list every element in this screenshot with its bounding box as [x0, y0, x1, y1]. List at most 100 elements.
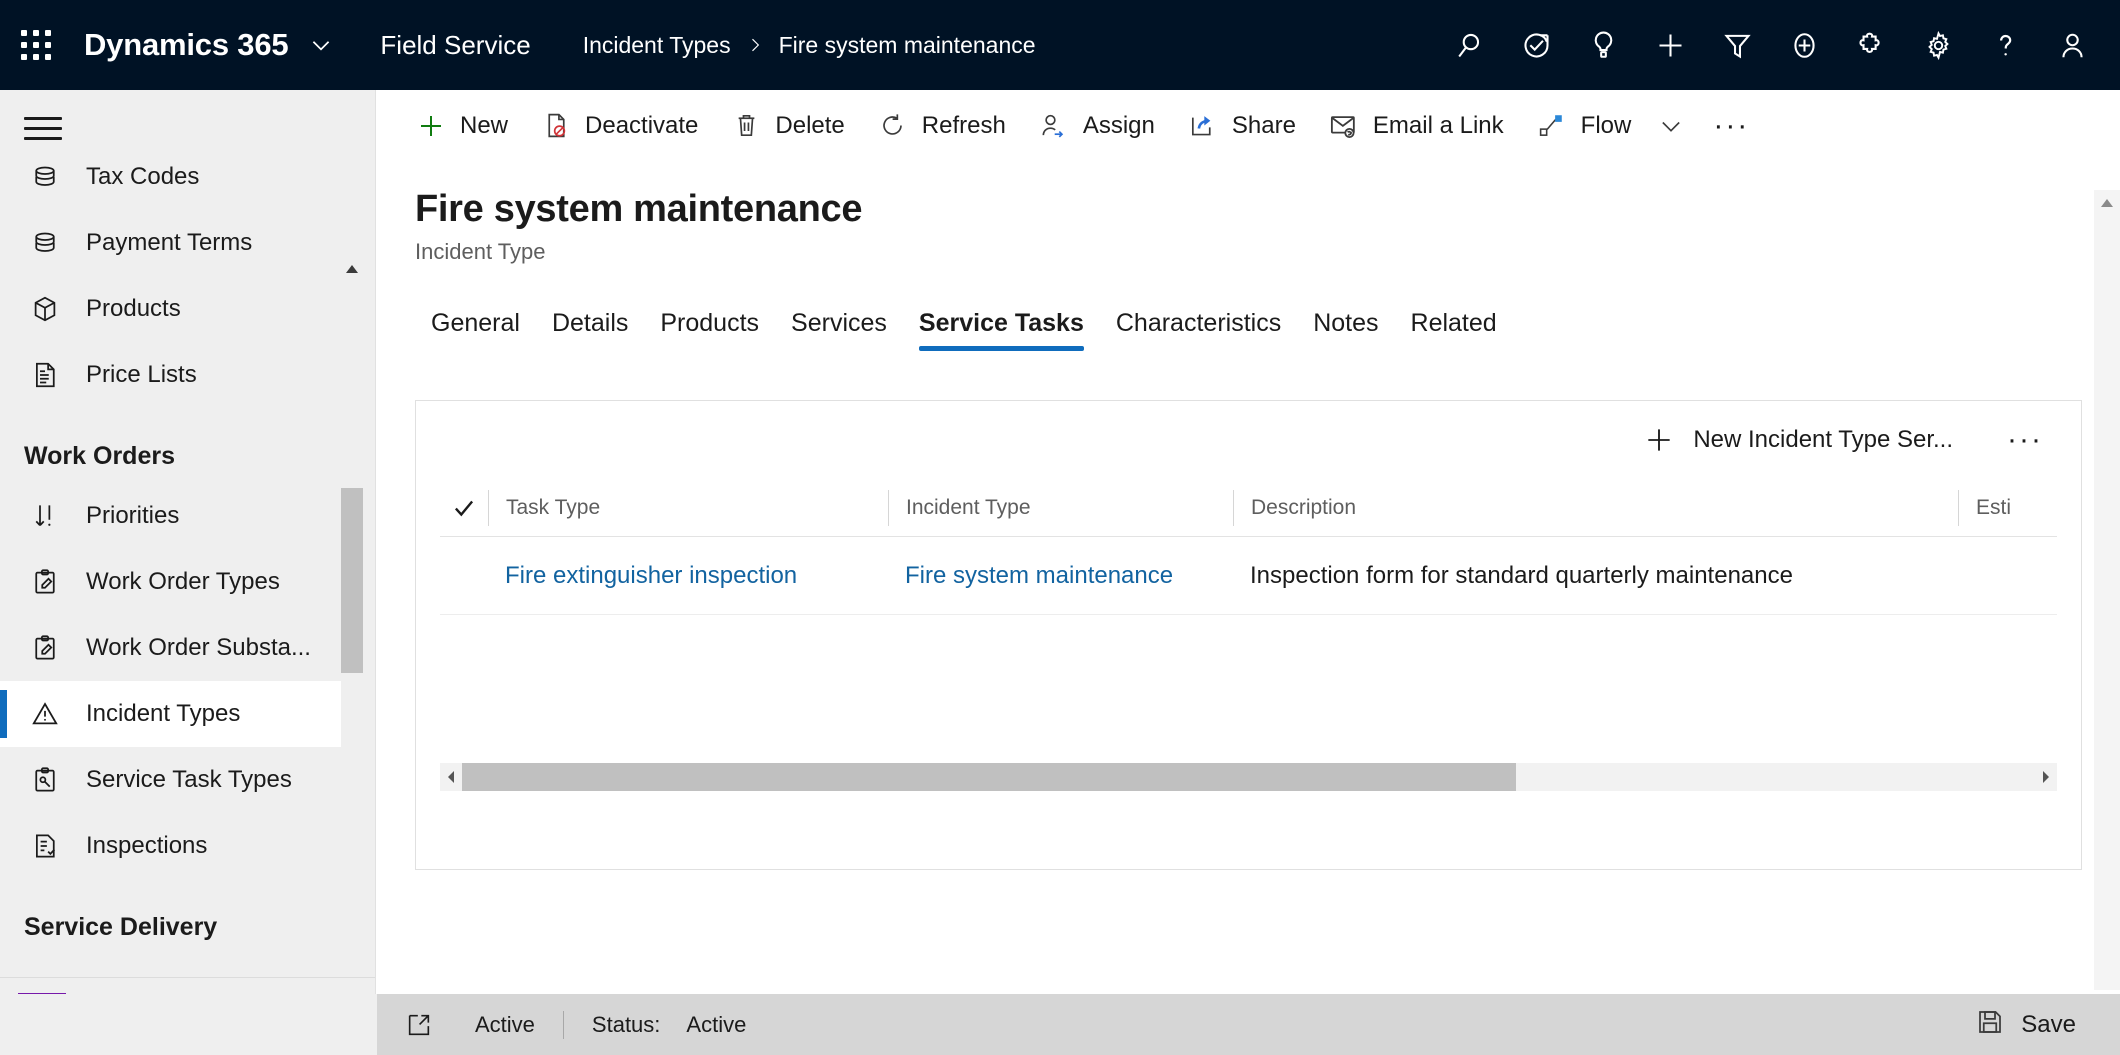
- filter-icon[interactable]: [1704, 0, 1771, 90]
- select-all-checkbox[interactable]: [440, 495, 488, 521]
- delete-button-label: Delete: [775, 111, 845, 139]
- sidebar-item-tax-codes[interactable]: Tax Codes: [0, 144, 352, 210]
- column-header-estimated[interactable]: Esti: [1958, 489, 2048, 526]
- save-button-label: Save: [2021, 1010, 2076, 1038]
- sidebar-scrollbar-thumb[interactable]: [341, 488, 363, 673]
- deactivate-button[interactable]: Deactivate: [524, 98, 714, 154]
- sidebar-item-incident-types[interactable]: Incident Types: [0, 681, 352, 747]
- puzzle-icon[interactable]: [1838, 0, 1905, 90]
- deactivate-icon: [540, 111, 572, 140]
- plus-icon[interactable]: [1637, 0, 1704, 90]
- tab-services[interactable]: Services: [775, 309, 903, 351]
- scroll-up-arrow-icon[interactable]: [2094, 190, 2120, 216]
- search-icon[interactable]: [1436, 0, 1503, 90]
- sidebar-item-payment-terms[interactable]: Payment Terms: [0, 210, 352, 276]
- breadcrumb-parent[interactable]: Incident Types: [583, 32, 731, 59]
- scroll-left-arrow-icon[interactable]: [440, 763, 462, 791]
- sidebar-scrollbar[interactable]: [341, 258, 363, 1048]
- user-icon[interactable]: [2039, 0, 2106, 90]
- status-value: Active: [686, 1011, 747, 1037]
- flow-dropdown-chevron-icon[interactable]: [1647, 98, 1695, 154]
- scroll-right-arrow-icon[interactable]: [2035, 763, 2057, 791]
- sidebar-item-label: Payment Terms: [86, 229, 253, 256]
- sidebar-item-service-task-types[interactable]: Service Task Types: [0, 747, 352, 813]
- add-circle-icon[interactable]: [1771, 0, 1838, 90]
- grid-horizontal-scrollbar[interactable]: [440, 763, 2057, 791]
- gear-icon[interactable]: [1905, 0, 1972, 90]
- share-button[interactable]: Share: [1171, 98, 1312, 154]
- refresh-button[interactable]: Refresh: [861, 98, 1022, 154]
- email-a-link-button[interactable]: Email a Link: [1312, 98, 1520, 154]
- command-bar: New Deactivate Delete Refresh Assign Sha…: [377, 90, 2120, 162]
- lightbulb-icon[interactable]: [1570, 0, 1637, 90]
- app-launcher-button[interactable]: [0, 0, 72, 90]
- grid-hscroll-track[interactable]: [462, 763, 2035, 791]
- tab-notes[interactable]: Notes: [1297, 309, 1394, 351]
- sidebar-item-label: Service Task Types: [86, 766, 292, 793]
- app-name[interactable]: Field Service: [380, 30, 530, 61]
- sidebar-group-service-delivery: Service Delivery: [24, 913, 218, 941]
- tab-related[interactable]: Related: [1395, 309, 1513, 351]
- trash-icon: [730, 111, 762, 140]
- new-incident-type-service-task-label: New Incident Type Ser...: [1693, 426, 1954, 453]
- main-vertical-scrollbar[interactable]: [2094, 190, 2120, 990]
- tab-details[interactable]: Details: [536, 309, 644, 351]
- grid-hscroll-thumb[interactable]: [462, 763, 1516, 791]
- delete-button[interactable]: Delete: [714, 98, 860, 154]
- new-incident-type-service-task-button[interactable]: New Incident Type Ser...: [1629, 412, 1967, 468]
- sidebar-item-inspections[interactable]: Inspections: [0, 813, 352, 879]
- assign-button[interactable]: Assign: [1022, 98, 1171, 154]
- save-button[interactable]: Save: [1961, 999, 2090, 1050]
- footer-divider: [562, 1010, 564, 1039]
- tab-general[interactable]: General: [415, 309, 536, 351]
- page-title: Fire system maintenance: [415, 188, 863, 230]
- email-a-link-button-label: Email a Link: [1372, 111, 1504, 139]
- cell-task-type[interactable]: Fire extinguisher inspection: [488, 562, 888, 590]
- box-icon: [24, 288, 66, 330]
- diagnostics-icon[interactable]: [1503, 0, 1570, 90]
- sidebar-item-label: Tax Codes: [86, 163, 200, 190]
- column-header-incident-type[interactable]: Incident Type: [888, 489, 1233, 526]
- page-subtitle: Incident Type: [415, 239, 546, 264]
- plus-icon: [415, 111, 447, 141]
- document-list-icon: [24, 354, 66, 396]
- tab-characteristics[interactable]: Characteristics: [1100, 309, 1297, 351]
- chevron-right-icon: [745, 33, 765, 57]
- footer-left-spacer: [0, 994, 377, 1055]
- tab-service-tasks[interactable]: Service Tasks: [903, 309, 1100, 351]
- command-bar-overflow-button[interactable]: ···: [1695, 98, 1767, 154]
- tab-products[interactable]: Products: [644, 309, 775, 351]
- coins-icon: [24, 156, 66, 198]
- sidebar-item-products[interactable]: Products: [0, 276, 352, 342]
- assign-button-label: Assign: [1082, 111, 1155, 139]
- share-button-label: Share: [1231, 111, 1296, 139]
- sidebar-nav-list: Tax Codes Payment Terms Products Price L…: [0, 144, 352, 954]
- flow-button-label: Flow: [1580, 111, 1632, 139]
- warning-triangle-icon: [24, 693, 66, 735]
- new-button[interactable]: New: [399, 98, 524, 154]
- column-header-description[interactable]: Description: [1233, 489, 1958, 526]
- record-state: Active: [475, 1011, 535, 1037]
- brand-title: Dynamics 365: [84, 27, 289, 62]
- column-header-task-type[interactable]: Task Type: [488, 489, 888, 526]
- help-icon[interactable]: [1972, 0, 2039, 90]
- chevron-down-icon[interactable]: [308, 32, 334, 58]
- popout-icon[interactable]: [405, 1011, 433, 1039]
- waffle-icon: [20, 29, 52, 61]
- sort-icon: [24, 495, 66, 537]
- flow-button[interactable]: Flow: [1520, 98, 1648, 154]
- page-header: Fire system maintenance Incident Type: [377, 162, 2120, 265]
- sidebar-item-price-lists[interactable]: Price Lists: [0, 342, 352, 408]
- sidebar-item-label: Inspections: [86, 832, 208, 859]
- subgrid-scroll-area: Task Type Incident Type Description Esti…: [416, 479, 2081, 809]
- sidebar-item-work-order-substatuses[interactable]: Work Order Substa...: [0, 615, 352, 681]
- sidebar-item-work-order-types[interactable]: Work Order Types: [0, 549, 352, 615]
- scroll-up-arrow-icon[interactable]: [341, 258, 363, 280]
- sidebar-group-work-orders: Work Orders: [24, 442, 175, 470]
- grid-header-row: Task Type Incident Type Description Esti: [440, 479, 2057, 537]
- sidebar-item-priorities[interactable]: Priorities: [0, 483, 352, 549]
- breadcrumb-current: Fire system maintenance: [778, 31, 1036, 58]
- table-row[interactable]: Fire extinguisher inspection Fire system…: [440, 537, 2057, 615]
- cell-incident-type[interactable]: Fire system maintenance: [888, 562, 1233, 590]
- subgrid-overflow-button[interactable]: ···: [1991, 423, 2059, 457]
